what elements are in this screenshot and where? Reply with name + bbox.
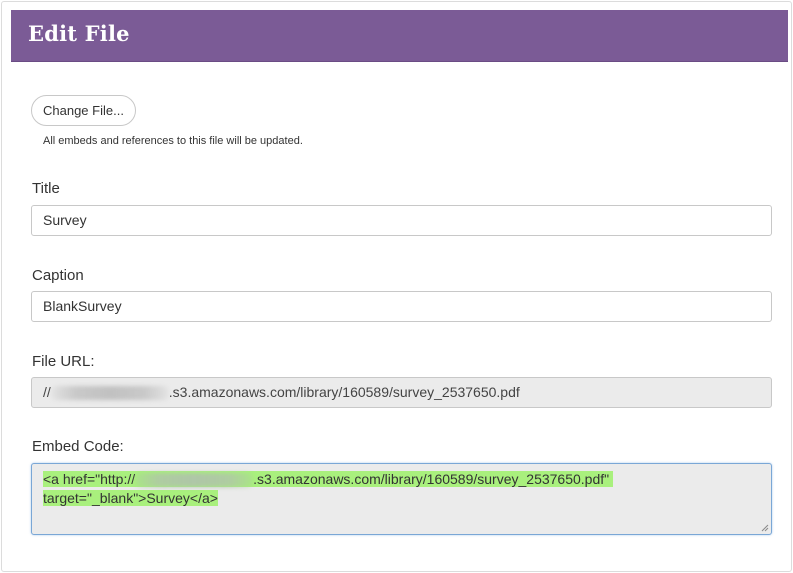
title-label: Title: [32, 180, 60, 197]
redacted-region: [135, 473, 254, 488]
embed-line1-suffix: .s3.amazonaws.com/library/160589/survey_…: [253, 471, 610, 487]
file-url-prefix: //: [43, 384, 51, 400]
caption-label: Caption: [32, 267, 84, 284]
panel-title: Edit File: [28, 21, 130, 46]
embed-code-line-1: <a href="http:// .s3.amazonaws.com/librar…: [43, 471, 614, 488]
embed-code-label: Embed Code:: [32, 438, 124, 455]
embed-code-line-2: target="_blank">Survey</a>: [43, 490, 218, 506]
embed-code-textarea[interactable]: <a href="http:// .s3.amazonaws.com/librar…: [31, 463, 772, 535]
caption-input[interactable]: BlankSurvey: [31, 291, 772, 322]
resize-handle-icon[interactable]: [761, 524, 769, 532]
redacted-region: [50, 386, 169, 401]
file-url-label: File URL:: [32, 353, 95, 370]
embed-line1-prefix: <a href="http://: [43, 471, 136, 487]
change-file-button[interactable]: Change File...: [31, 95, 136, 126]
file-url-field[interactable]: // .s3.amazonaws.com/library/160589/surve…: [31, 377, 772, 408]
change-file-note: All embeds and references to this file w…: [43, 135, 303, 147]
file-url-suffix: .s3.amazonaws.com/library/160589/survey_…: [168, 384, 520, 400]
panel-header: Edit File: [11, 10, 788, 62]
title-input[interactable]: Survey: [31, 205, 772, 236]
edit-file-panel: Edit File Change File... All embeds and …: [1, 1, 792, 572]
caption-input-value: BlankSurvey: [43, 298, 122, 314]
title-input-value: Survey: [43, 212, 87, 228]
